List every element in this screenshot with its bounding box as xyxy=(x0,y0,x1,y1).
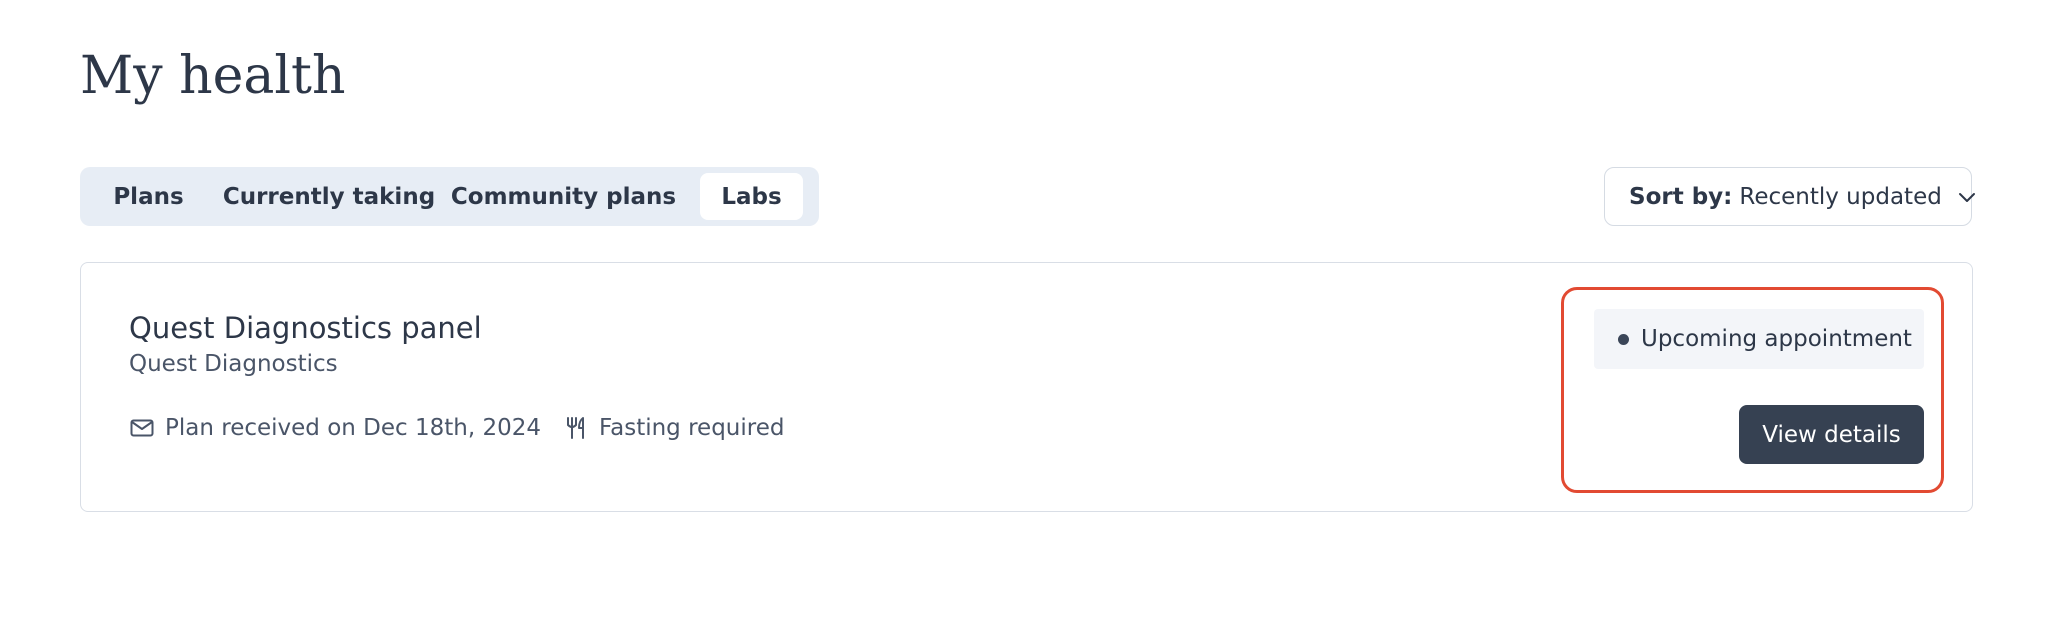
meta-plan-received: Plan received on Dec 18th, 2024 xyxy=(129,415,541,441)
tab-labs[interactable]: Labs xyxy=(700,173,803,220)
card-provider: Quest Diagnostics xyxy=(129,351,338,377)
tab-currently-taking[interactable]: Currently taking xyxy=(218,173,440,220)
tab-bar: Plans Currently taking Community plans L… xyxy=(80,167,819,226)
sort-value: Recently updated xyxy=(1739,183,1942,210)
fork-knife-icon xyxy=(563,415,589,441)
status-text: Upcoming appointment xyxy=(1641,326,1912,352)
meta-fasting-text: Fasting required xyxy=(599,415,785,441)
view-details-button[interactable]: View details xyxy=(1739,405,1924,464)
meta-fasting: Fasting required xyxy=(563,415,784,441)
tab-community-plans[interactable]: Community plans xyxy=(448,173,679,220)
meta-plan-received-text: Plan received on Dec 18th, 2024 xyxy=(165,415,541,441)
sort-dropdown[interactable]: Sort by: Recently updated xyxy=(1604,167,1975,226)
status-dot xyxy=(1618,333,1629,345)
tab-plans[interactable]: Plans xyxy=(87,173,210,220)
sort-label: Sort by: xyxy=(1629,183,1733,210)
chevron-down-icon xyxy=(1956,186,1978,208)
card-meta: Plan received on Dec 18th, 2024 Fasting … xyxy=(129,415,784,441)
envelope-icon xyxy=(129,415,155,441)
status-badge: Upcoming appointment xyxy=(1594,309,1924,369)
card-title: Quest Diagnostics panel xyxy=(129,311,482,345)
page-title: My health xyxy=(80,46,346,106)
